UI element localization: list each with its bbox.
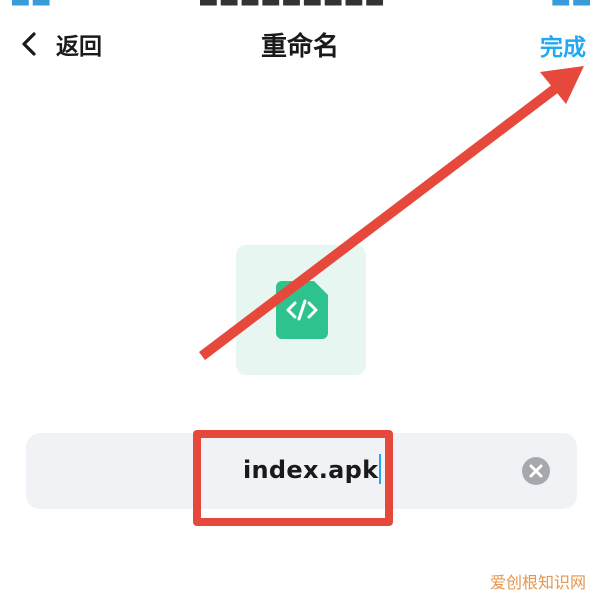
annotation-highlight-box	[193, 430, 393, 526]
back-button[interactable]: 返回	[14, 24, 102, 64]
code-file-icon	[276, 281, 328, 343]
back-label: 返回	[56, 34, 102, 60]
watermark: 爱创根知识网	[489, 573, 586, 592]
chevron-left-icon	[14, 29, 44, 59]
done-button[interactable]: 完成	[540, 28, 586, 62]
clear-circle-icon[interactable]	[522, 457, 550, 485]
rename-screen: ▬▬ ▬▬▬▬▬▬▬▬▬ ▬▬ 返回 重命名 完成 index.apk 爱创根知…	[0, 0, 600, 597]
previous-header-cutoff: ▬▬ ▬▬▬▬▬▬▬▬▬ ▬▬	[10, 0, 592, 13]
file-icon-container	[236, 245, 366, 375]
nav-bar: 返回 重命名 完成	[0, 18, 600, 74]
